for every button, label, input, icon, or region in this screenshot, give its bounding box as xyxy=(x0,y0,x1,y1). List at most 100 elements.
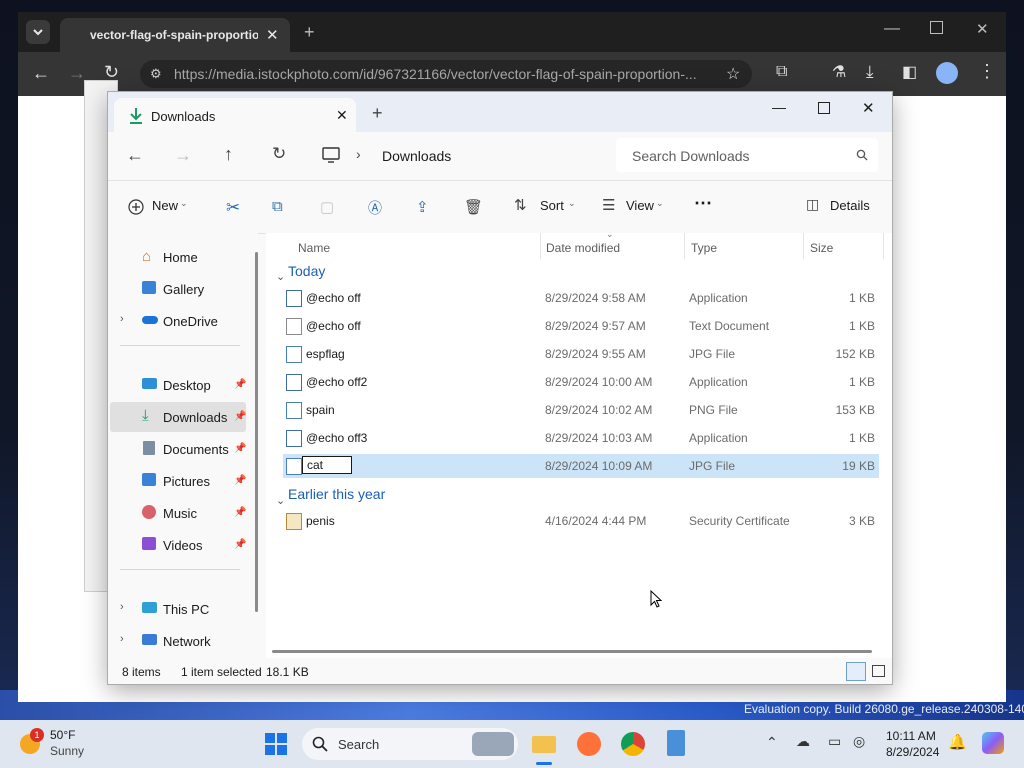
nav-item-desktop[interactable]: Desktop 📌 xyxy=(110,370,246,400)
details-view-icon[interactable] xyxy=(846,662,866,681)
explorer-tab[interactable]: Downloads ✕ xyxy=(114,98,356,132)
close-window-icon[interactable]: ✕ xyxy=(862,99,875,117)
file-date: 8/29/2024 10:00 AM xyxy=(545,375,653,389)
new-tab-icon[interactable]: + xyxy=(304,22,315,43)
address-bar[interactable]: › Downloads xyxy=(312,138,608,172)
minimize-icon[interactable]: — xyxy=(884,20,900,38)
nav-item-documents[interactable]: Documents 📌 xyxy=(110,434,246,464)
chrome-icon[interactable] xyxy=(621,732,645,756)
table-row[interactable]: spain 8/29/2024 10:02 AM PNG File 153 KB xyxy=(283,398,879,422)
rename-icon[interactable]: Ⓐ xyxy=(368,198,382,218)
share-icon[interactable]: ⇪ xyxy=(416,198,429,216)
column-header-type[interactable]: Type xyxy=(691,241,717,255)
search-box[interactable]: Search Downloads xyxy=(616,138,878,172)
close-tab-icon[interactable]: ✕ xyxy=(336,107,348,124)
forward-icon[interactable]: → xyxy=(174,145,192,166)
site-info-icon[interactable]: ⚙ xyxy=(150,66,162,82)
display-icon[interactable]: ▭ xyxy=(828,733,841,750)
rename-input[interactable]: cat xyxy=(302,456,352,474)
new-button[interactable]: New ⌄ xyxy=(120,191,192,221)
monitor-icon xyxy=(322,147,340,163)
cut-icon[interactable]: ✂ xyxy=(226,198,240,218)
accessibility-icon[interactable]: ◎ xyxy=(853,733,865,750)
view-list-icon: ☰ xyxy=(602,197,616,214)
app-icon xyxy=(286,374,302,391)
nav-item-home[interactable]: ⌂ Home xyxy=(110,242,246,272)
column-divider[interactable] xyxy=(540,233,541,259)
chevron-right-icon[interactable]: › xyxy=(120,633,124,645)
group-toggle-icon[interactable]: ⌄ xyxy=(276,269,285,283)
group-header-today[interactable]: Today xyxy=(288,263,325,279)
chevron-right-icon[interactable]: › xyxy=(120,313,124,325)
table-row[interactable]: @echo off 8/29/2024 9:58 AM Application … xyxy=(283,286,879,310)
extensions-icon[interactable]: ⧉ xyxy=(776,63,787,81)
notepad-icon[interactable] xyxy=(667,730,685,756)
close-window-icon[interactable]: ✕ xyxy=(976,20,989,38)
paste-icon[interactable]: ▢ xyxy=(320,198,334,216)
column-header-name[interactable]: Name xyxy=(298,241,330,255)
details-button[interactable]: ◫ Details xyxy=(798,191,878,221)
maximize-icon[interactable] xyxy=(818,102,830,114)
view-button[interactable]: ☰ View ⌄ xyxy=(600,191,670,221)
more-options-icon[interactable]: ⋯ xyxy=(694,193,712,214)
nav-item-thispc[interactable]: › This PC xyxy=(110,594,246,624)
download-icon[interactable]: ⤓ xyxy=(866,62,874,82)
start-button[interactable] xyxy=(264,732,288,756)
group-toggle-icon[interactable]: ⌄ xyxy=(276,493,285,507)
labs-icon[interactable]: ⚗ xyxy=(832,62,846,82)
profile-avatar[interactable] xyxy=(936,62,958,84)
new-tab-icon[interactable]: + xyxy=(372,103,383,124)
table-row[interactable]: @echo off2 8/29/2024 10:00 AM Applicatio… xyxy=(283,370,879,394)
browser-tab[interactable]: vector-flag-of-spain-proportio ✕ xyxy=(60,18,290,52)
column-header-date[interactable]: Date modified xyxy=(546,241,620,255)
table-row[interactable]: penis 4/16/2024 4:44 PM Security Certifi… xyxy=(283,509,879,533)
close-tab-icon[interactable]: ✕ xyxy=(266,26,279,44)
taskbar-file-explorer[interactable] xyxy=(530,730,558,765)
nav-item-downloads[interactable]: ⤓ Downloads 📌 xyxy=(110,402,246,432)
file-size: 1 KB xyxy=(848,291,875,305)
clock-time[interactable]: 10:11 AM xyxy=(886,729,936,743)
back-icon[interactable]: ← xyxy=(126,145,144,166)
chevron-right-icon[interactable]: › xyxy=(120,601,124,613)
up-icon[interactable]: ↑ xyxy=(224,144,233,165)
back-icon[interactable]: ← xyxy=(32,63,50,84)
nav-item-network[interactable]: › Network xyxy=(110,626,246,656)
column-divider[interactable] xyxy=(684,233,685,259)
tab-search-button[interactable] xyxy=(26,20,50,44)
nav-item-music[interactable]: Music 📌 xyxy=(110,498,246,528)
nav-item-gallery[interactable]: Gallery xyxy=(110,274,246,304)
firefox-icon[interactable] xyxy=(577,732,601,756)
horizontal-scrollbar[interactable] xyxy=(272,650,872,653)
sort-button[interactable]: ⇅ Sort ⌄ xyxy=(512,191,576,221)
nav-item-onedrive[interactable]: › OneDrive xyxy=(110,306,246,336)
clock-date[interactable]: 8/29/2024 xyxy=(886,745,939,759)
copilot-icon[interactable] xyxy=(982,732,1004,754)
nav-scrollbar[interactable] xyxy=(255,252,258,612)
column-divider[interactable] xyxy=(883,233,884,259)
taskbar-search[interactable]: Search xyxy=(302,728,518,760)
minimize-icon[interactable]: — xyxy=(772,99,786,115)
bell-icon[interactable]: 🔔 xyxy=(948,733,967,751)
table-row[interactable]: @echo off 8/29/2024 9:57 AM Text Documen… xyxy=(283,314,879,338)
table-row-selected[interactable]: cat 8/29/2024 10:09 AM JPG File 19 KB xyxy=(283,454,879,478)
refresh-icon[interactable]: ↻ xyxy=(272,144,286,164)
column-divider[interactable] xyxy=(803,233,804,259)
nav-item-videos[interactable]: Videos 📌 xyxy=(110,530,246,560)
delete-icon[interactable]: 🗑 xyxy=(464,198,483,216)
table-row[interactable]: @echo off3 8/29/2024 10:03 AM Applicatio… xyxy=(283,426,879,450)
chevron-up-icon[interactable]: ⌃ xyxy=(766,734,778,751)
column-header-size[interactable]: Size xyxy=(810,241,833,255)
weather-widget[interactable]: 1 50°F Sunny xyxy=(16,726,106,762)
large-icons-view-icon[interactable] xyxy=(872,665,885,677)
nav-item-pictures[interactable]: Pictures 📌 xyxy=(110,466,246,496)
network-offline-icon[interactable]: ☁ xyxy=(796,733,810,750)
bookmark-star-icon[interactable]: ☆ xyxy=(726,64,740,84)
group-header-earlier[interactable]: Earlier this year xyxy=(288,486,385,502)
table-row[interactable]: espflag 8/29/2024 9:55 AM JPG File 152 K… xyxy=(283,342,879,366)
side-panel-icon[interactable]: ◧ xyxy=(902,62,917,82)
maximize-icon[interactable] xyxy=(930,21,943,34)
address-bar[interactable]: ⚙ https://media.istockphoto.com/id/96732… xyxy=(140,60,752,88)
copy-icon[interactable]: ⧉ xyxy=(272,198,283,215)
sort-icon: ⇅ xyxy=(514,197,527,214)
more-menu-icon[interactable]: ⋮ xyxy=(978,61,996,82)
